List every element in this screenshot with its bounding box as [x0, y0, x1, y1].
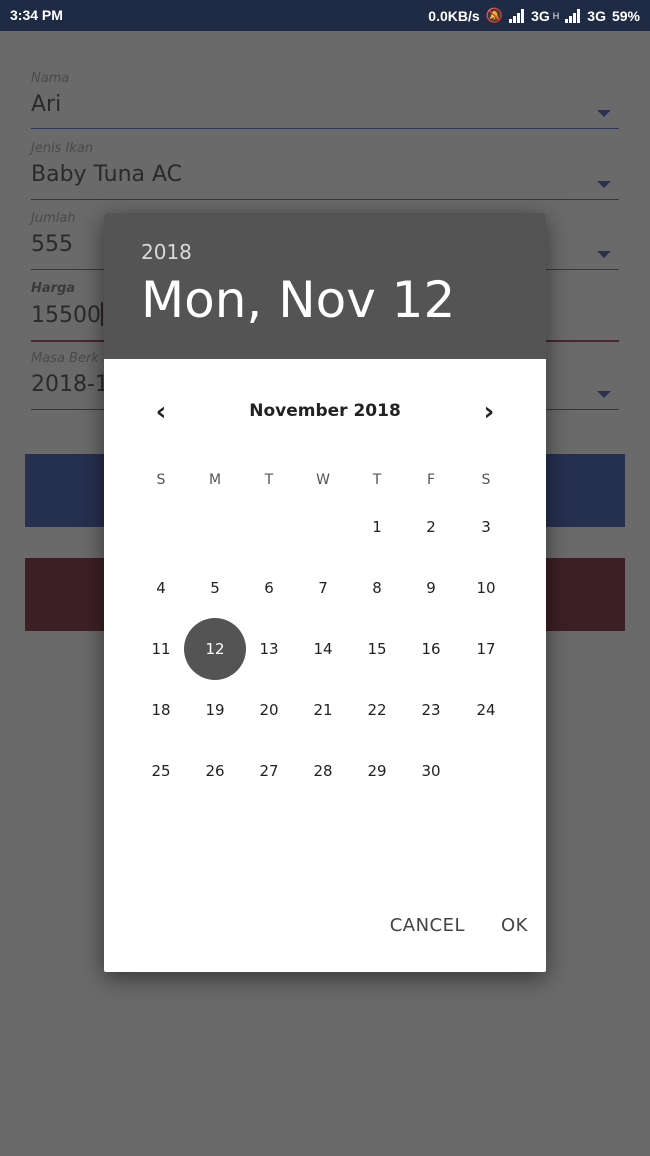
- chevron-right-icon: ›: [483, 397, 495, 427]
- calendar-day[interactable]: 26: [195, 759, 235, 783]
- calendar-day[interactable]: 11: [141, 637, 181, 661]
- weekday-header: T: [372, 472, 382, 488]
- calendar-day[interactable]: 22: [357, 698, 397, 722]
- calendar-day[interactable]: 28: [303, 759, 343, 783]
- dialog-actions: CANCEL OK: [372, 915, 546, 936]
- jenis-ikan-label: Jenis Ikan: [31, 141, 94, 156]
- ok-button[interactable]: OK: [483, 915, 546, 936]
- calendar-day[interactable]: 4: [141, 576, 181, 600]
- mute-icon: 🔕: [485, 7, 504, 23]
- dropdown-arrow-icon: [597, 110, 611, 117]
- calendar-day[interactable]: 19: [195, 698, 235, 722]
- date-picker-header: 2018 Mon, Nov 12: [104, 213, 546, 359]
- calendar-day-selected[interactable]: 12: [184, 618, 246, 680]
- calendar-day[interactable]: 1: [357, 515, 397, 539]
- weekday-header: F: [426, 472, 436, 488]
- weekday-header: M: [208, 472, 222, 488]
- calendar-day[interactable]: 6: [249, 576, 289, 600]
- status-time: 3:34 PM: [10, 7, 63, 23]
- selected-year[interactable]: 2018: [141, 240, 192, 264]
- dropdown-arrow-icon: [597, 181, 611, 188]
- cancel-button[interactable]: CANCEL: [372, 915, 483, 936]
- calendar-day[interactable]: 5: [195, 576, 235, 600]
- network-speed: 0.0KB/s: [428, 7, 480, 24]
- calendar-day[interactable]: 17: [466, 637, 506, 661]
- network-type-2: 3G: [587, 7, 606, 24]
- calendar-day[interactable]: 21: [303, 698, 343, 722]
- dropdown-arrow-icon: [597, 251, 611, 258]
- nama-value: Ari: [31, 92, 62, 117]
- calendar-day[interactable]: 3: [466, 515, 506, 539]
- signal-icon-2: [565, 8, 581, 23]
- calendar-day[interactable]: 18: [141, 698, 181, 722]
- weekday-header: T: [264, 472, 274, 488]
- calendar-day[interactable]: 30: [411, 759, 451, 783]
- calendar: ‹ November 2018 › S M T W T F S 1 2 3 4 5 6 7 8 9 10 11 12…: [104, 359, 546, 972]
- nama-label: Nama: [31, 71, 70, 86]
- signal-icon: [509, 8, 525, 23]
- status-icons: 0.0KB/s 🔕 3G H 3G 59%: [428, 7, 640, 24]
- text-cursor: [101, 302, 103, 326]
- calendar-day[interactable]: 2: [411, 515, 451, 539]
- calendar-day[interactable]: 16: [411, 637, 451, 661]
- calendar-day[interactable]: 14: [303, 637, 343, 661]
- weekday-header: W: [316, 472, 330, 488]
- calendar-day[interactable]: 9: [411, 576, 451, 600]
- calendar-day[interactable]: 7: [303, 576, 343, 600]
- network-type-1: 3G: [531, 7, 550, 24]
- weekday-header: S: [156, 472, 166, 488]
- jenis-ikan-spinner[interactable]: Jenis Ikan Baby Tuna AC: [31, 141, 619, 200]
- harga-value: 15500: [31, 303, 101, 328]
- calendar-day[interactable]: 8: [357, 576, 397, 600]
- jenis-ikan-value: Baby Tuna AC: [31, 162, 183, 187]
- date-picker-dialog: 2018 Mon, Nov 12 ‹ November 2018 › SMTWT…: [104, 213, 546, 972]
- calendar-day[interactable]: 20: [249, 698, 289, 722]
- calendar-day[interactable]: 23: [411, 698, 451, 722]
- battery-level: 59%: [611, 7, 640, 24]
- dropdown-arrow-icon: [597, 391, 611, 398]
- weekday-header: S: [481, 472, 491, 488]
- calendar-day[interactable]: 27: [249, 759, 289, 783]
- calendar-day[interactable]: 29: [357, 759, 397, 783]
- next-month-button[interactable]: ›: [474, 397, 504, 427]
- calendar-day[interactable]: 13: [249, 637, 289, 661]
- selected-date[interactable]: Mon, Nov 12: [141, 271, 455, 329]
- nama-spinner[interactable]: Nama Ari: [31, 71, 619, 129]
- calendar-day[interactable]: 24: [466, 698, 506, 722]
- calendar-day[interactable]: 15: [357, 637, 397, 661]
- calendar-day[interactable]: 10: [466, 576, 506, 600]
- network-type-1-sub: H: [552, 10, 560, 21]
- calendar-day[interactable]: 25: [141, 759, 181, 783]
- status-bar: 3:34 PM 0.0KB/s 🔕 3G H 3G 59%: [0, 0, 650, 31]
